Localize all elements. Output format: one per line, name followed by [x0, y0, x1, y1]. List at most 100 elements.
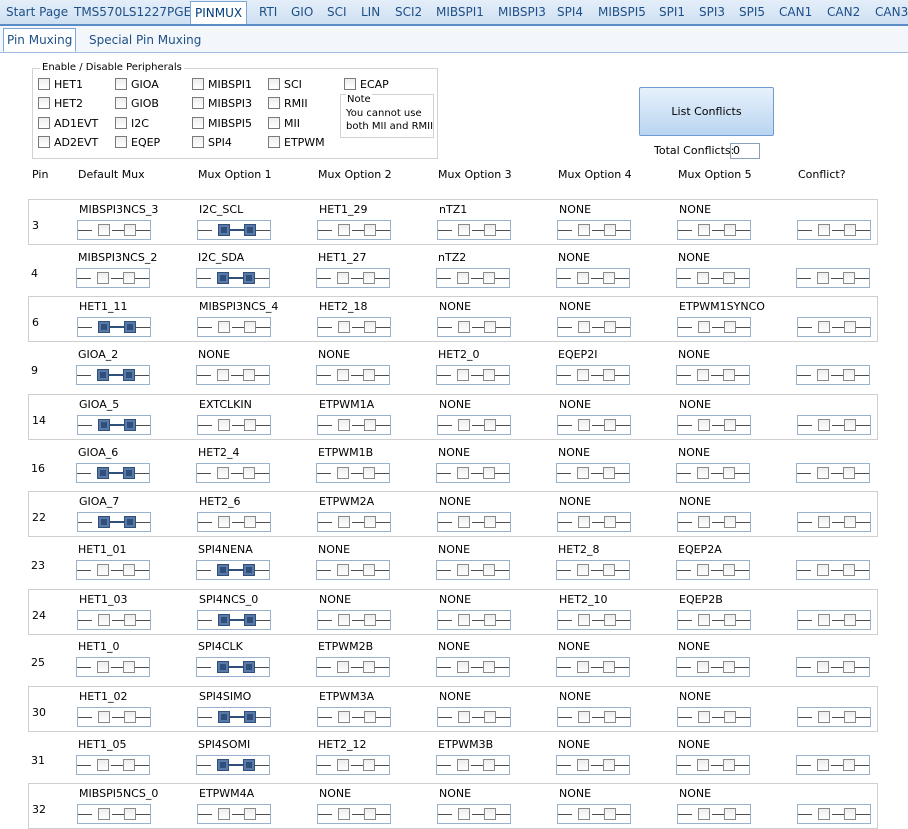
mux-switch[interactable] — [676, 267, 750, 288]
switch-checkbox-left[interactable] — [457, 271, 469, 284]
switch-checkbox-left[interactable] — [217, 466, 229, 479]
switch-checkbox-left[interactable] — [817, 661, 829, 674]
switch-checkbox-left[interactable] — [337, 661, 349, 674]
checkbox-box[interactable] — [268, 78, 280, 90]
switch-checkbox-right[interactable] — [123, 758, 135, 771]
switch-checkbox-left[interactable] — [218, 418, 230, 431]
switch-checkbox-right[interactable] — [243, 466, 255, 479]
switch-checkbox-left[interactable] — [338, 418, 350, 431]
mux-switch[interactable] — [77, 707, 151, 727]
switch-checkbox-right[interactable] — [723, 758, 735, 771]
switch-checkbox-left[interactable] — [218, 711, 230, 723]
mux-switch[interactable] — [76, 657, 150, 678]
switch-checkbox-right[interactable] — [603, 563, 615, 576]
switch-checkbox-left[interactable] — [217, 661, 229, 674]
switch-checkbox-right[interactable] — [244, 808, 256, 821]
mux-switch[interactable] — [196, 657, 270, 678]
mux-switch[interactable] — [556, 365, 630, 386]
switch-checkbox-left[interactable] — [817, 369, 829, 382]
checkbox-eqep[interactable]: EQEP — [115, 136, 160, 150]
switch-checkbox-left[interactable] — [698, 418, 710, 431]
switch-checkbox-right[interactable] — [604, 808, 616, 821]
switch-checkbox-right[interactable] — [604, 418, 616, 431]
switch-checkbox-left[interactable] — [457, 466, 469, 479]
switch-checkbox-right[interactable] — [244, 418, 256, 431]
switch-checkbox-left[interactable] — [818, 224, 830, 236]
mux-switch[interactable] — [556, 657, 630, 678]
switch-checkbox-right[interactable] — [723, 563, 735, 576]
switch-checkbox-left[interactable] — [217, 758, 229, 771]
mux-switch[interactable] — [317, 609, 391, 630]
switch-checkbox-left[interactable] — [578, 321, 590, 334]
switch-checkbox-left[interactable] — [97, 271, 109, 284]
switch-checkbox-right[interactable] — [843, 369, 855, 382]
switch-checkbox-left[interactable] — [817, 466, 829, 479]
switch-checkbox-right[interactable] — [243, 758, 255, 771]
switch-checkbox-right[interactable] — [364, 711, 376, 723]
checkbox-box[interactable] — [268, 117, 280, 129]
mux-switch[interactable] — [557, 512, 631, 533]
switch-checkbox-left[interactable] — [337, 758, 349, 771]
mux-switch[interactable] — [77, 220, 151, 240]
checkbox-spi4[interactable]: SPI4 — [192, 136, 232, 150]
switch-checkbox-right[interactable] — [723, 369, 735, 382]
mux-switch[interactable] — [197, 512, 271, 533]
switch-checkbox-right[interactable] — [603, 369, 615, 382]
switch-checkbox-left[interactable] — [577, 369, 589, 382]
mux-switch[interactable] — [557, 220, 631, 240]
total-conflicts-field[interactable]: 0 — [730, 143, 760, 159]
switch-checkbox-right[interactable] — [363, 466, 375, 479]
switch-checkbox-left[interactable] — [458, 321, 470, 334]
switch-checkbox-left[interactable] — [698, 711, 710, 723]
switch-checkbox-left[interactable] — [458, 516, 470, 529]
checkbox-het1[interactable]: HET1 — [38, 78, 83, 92]
switch-checkbox-right[interactable] — [124, 711, 136, 723]
switch-checkbox-right[interactable] — [484, 224, 496, 236]
switch-checkbox-right[interactable] — [364, 808, 376, 821]
switch-checkbox-left[interactable] — [98, 711, 110, 723]
checkbox-box[interactable] — [38, 78, 50, 90]
switch-checkbox-left[interactable] — [338, 516, 350, 529]
switch-checkbox-left[interactable] — [818, 808, 830, 821]
tab-spi4[interactable]: SPI4 — [557, 4, 583, 22]
mux-switch[interactable] — [197, 220, 271, 240]
mux-switch[interactable] — [317, 220, 391, 240]
tab-rti[interactable]: RTI — [259, 4, 277, 22]
mux-switch[interactable] — [317, 804, 391, 825]
checkbox-box[interactable] — [192, 97, 204, 109]
mux-switch[interactable] — [677, 220, 751, 240]
switch-checkbox-right[interactable] — [364, 224, 376, 236]
tab-spi1[interactable]: SPI1 — [659, 4, 685, 22]
checkbox-box[interactable] — [38, 97, 50, 109]
switch-checkbox-right[interactable] — [843, 466, 855, 479]
mux-switch[interactable] — [76, 365, 150, 386]
switch-checkbox-left[interactable] — [337, 563, 349, 576]
switch-checkbox-right[interactable] — [243, 563, 255, 576]
mux-switch[interactable] — [677, 804, 751, 825]
switch-checkbox-right[interactable] — [724, 808, 736, 821]
tab-spi3[interactable]: SPI3 — [699, 4, 725, 22]
checkbox-box[interactable] — [115, 117, 127, 129]
switch-checkbox-left[interactable] — [97, 563, 109, 576]
mux-switch[interactable] — [437, 707, 511, 727]
mux-switch[interactable] — [77, 512, 151, 533]
mux-switch[interactable] — [77, 414, 151, 435]
switch-checkbox-left[interactable] — [578, 808, 590, 821]
switch-checkbox-left[interactable] — [457, 563, 469, 576]
checkbox-mii[interactable]: MII — [268, 117, 300, 131]
mux-switch[interactable] — [316, 267, 390, 288]
checkbox-mibspi1[interactable]: MIBSPI1 — [192, 78, 252, 92]
mux-switch[interactable] — [77, 804, 151, 825]
switch-checkbox-left[interactable] — [577, 271, 589, 284]
switch-checkbox-left[interactable] — [577, 563, 589, 576]
tab-gio[interactable]: GIO — [291, 4, 313, 22]
mux-switch[interactable] — [316, 462, 390, 483]
tab-can1[interactable]: CAN1 — [779, 4, 812, 22]
switch-checkbox-right[interactable] — [123, 563, 135, 576]
switch-checkbox-right[interactable] — [844, 808, 856, 821]
mux-switch[interactable] — [196, 462, 270, 483]
mux-switch[interactable] — [557, 414, 631, 435]
checkbox-giob[interactable]: GIOB — [115, 97, 159, 111]
mux-switch[interactable] — [436, 657, 510, 678]
switch-checkbox-right[interactable] — [483, 758, 495, 771]
